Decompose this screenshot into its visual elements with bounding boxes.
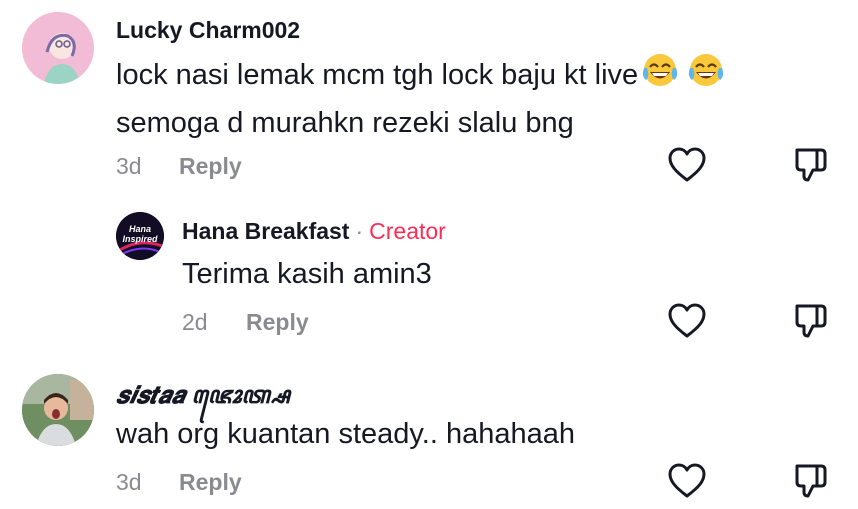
comment-text: Terima kasih amin3: [182, 258, 432, 290]
avatar[interactable]: Hana Inspired: [116, 212, 164, 260]
avatar[interactable]: [22, 374, 94, 446]
dislike-icon[interactable]: [793, 302, 829, 345]
heart-icon[interactable]: [667, 462, 707, 505]
username[interactable]: Lucky Charm002: [116, 17, 300, 44]
comment-text: wah org kuantan steady.. hahahaah: [116, 418, 575, 450]
separator: ·: [355, 218, 364, 244]
reply-button[interactable]: Reply: [179, 153, 242, 180]
creator-badge: Creator: [369, 218, 446, 244]
username-row: Hana Breakfast · Creator: [182, 218, 446, 245]
comment-text: lock nasi lemak mcm tgh lock baju kt liv…: [116, 52, 730, 145]
dislike-icon[interactable]: [793, 146, 829, 189]
avatar-text: Inspired: [122, 234, 158, 244]
heart-icon[interactable]: [667, 302, 707, 345]
avatar[interactable]: [22, 12, 94, 84]
brand-avatar-icon: Hana Inspired: [116, 212, 164, 260]
dislike-icon[interactable]: [793, 462, 829, 505]
profile-avatar-icon: [22, 12, 94, 84]
comment-text-line: lock nasi lemak mcm tgh lock baju kt liv…: [116, 59, 639, 92]
comment-age: 3d: [116, 153, 142, 179]
comment-age: 2d: [182, 309, 208, 335]
reply-button[interactable]: Reply: [246, 309, 309, 336]
avatar-text: Hana: [129, 224, 151, 234]
heart-icon[interactable]: [667, 146, 707, 189]
photo-avatar-icon: [22, 374, 94, 446]
username[interactable]: Hana Breakfast: [182, 218, 349, 244]
laughing-emoji-icon: [642, 52, 730, 101]
reply-button[interactable]: Reply: [179, 469, 242, 496]
comment-text-line: semoga d murahkn rezeki slalu bng: [116, 107, 574, 139]
comment-age: 3d: [116, 469, 142, 495]
